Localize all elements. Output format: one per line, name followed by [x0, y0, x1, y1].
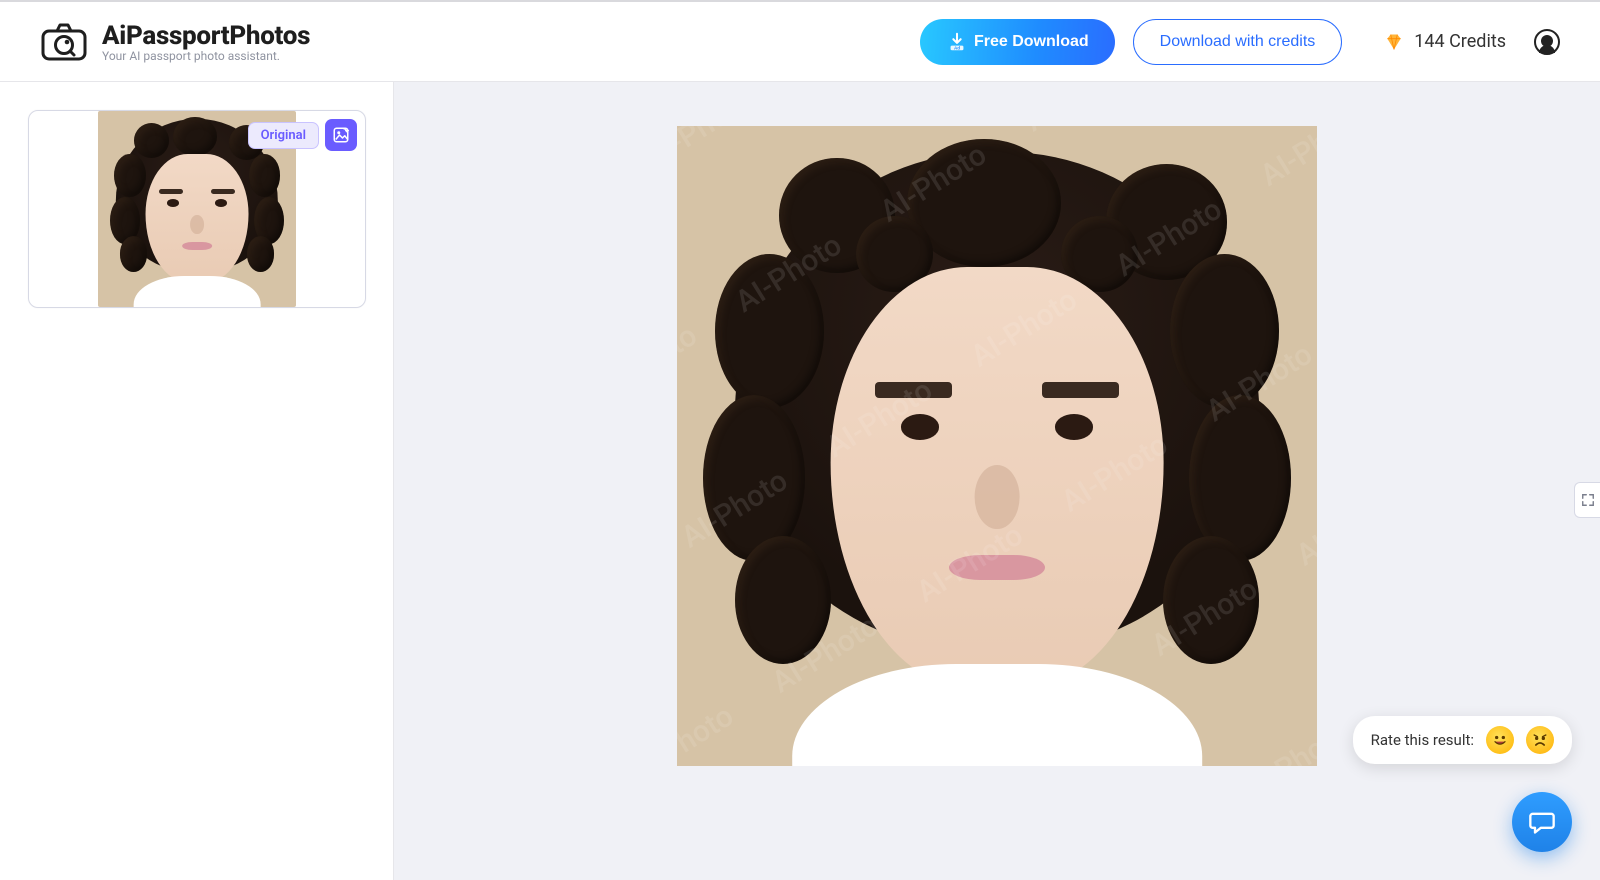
expand-icon	[1581, 493, 1595, 507]
camera-logo-icon	[40, 22, 88, 62]
download-with-credits-label: Download with credits	[1160, 33, 1316, 51]
original-label-pill[interactable]: Original	[248, 122, 319, 149]
user-avatar-icon[interactable]	[1534, 29, 1560, 55]
happy-face-icon	[1490, 730, 1510, 750]
credits-count: 144 Credits	[1414, 31, 1506, 52]
download-with-credits-button[interactable]: Download with credits	[1133, 19, 1343, 65]
thumbnail-card[interactable]: Original	[28, 110, 366, 308]
app-header: AiPassportPhotos Your AI passport photo …	[0, 0, 1600, 82]
credits-display[interactable]: 144 Credits	[1384, 29, 1560, 55]
chat-bubble-icon	[1528, 808, 1556, 836]
rate-label: Rate this result:	[1371, 731, 1474, 749]
svg-text:Ad: Ad	[954, 45, 960, 50]
brand[interactable]: AiPassportPhotos Your AI passport photo …	[40, 21, 310, 63]
chat-fab-button[interactable]	[1512, 792, 1572, 852]
rate-sad-button[interactable]	[1526, 726, 1554, 754]
result-preview: AI-PhotoAI-PhotoAI-PhotoAI-PhotoAI-Photo…	[677, 126, 1317, 766]
free-download-button[interactable]: Ad Free Download	[920, 19, 1115, 65]
diamond-icon	[1384, 32, 1404, 52]
sidebar: Original	[0, 82, 394, 880]
free-download-label: Free Download	[974, 33, 1089, 51]
brand-subtitle: Your AI passport photo assistant.	[102, 49, 310, 63]
rate-result-popover: Rate this result:	[1353, 716, 1572, 764]
expand-panel-tab[interactable]	[1574, 482, 1600, 518]
rate-happy-button[interactable]	[1486, 726, 1514, 754]
sad-face-icon	[1530, 730, 1550, 750]
brand-title: AiPassportPhotos	[102, 21, 310, 51]
main-area: Original	[0, 82, 1600, 880]
canvas-area: AI-PhotoAI-PhotoAI-PhotoAI-PhotoAI-Photo…	[394, 82, 1600, 880]
swap-image-button[interactable]	[325, 119, 357, 151]
download-ad-icon: Ad	[946, 31, 968, 53]
image-swap-icon	[332, 126, 350, 144]
